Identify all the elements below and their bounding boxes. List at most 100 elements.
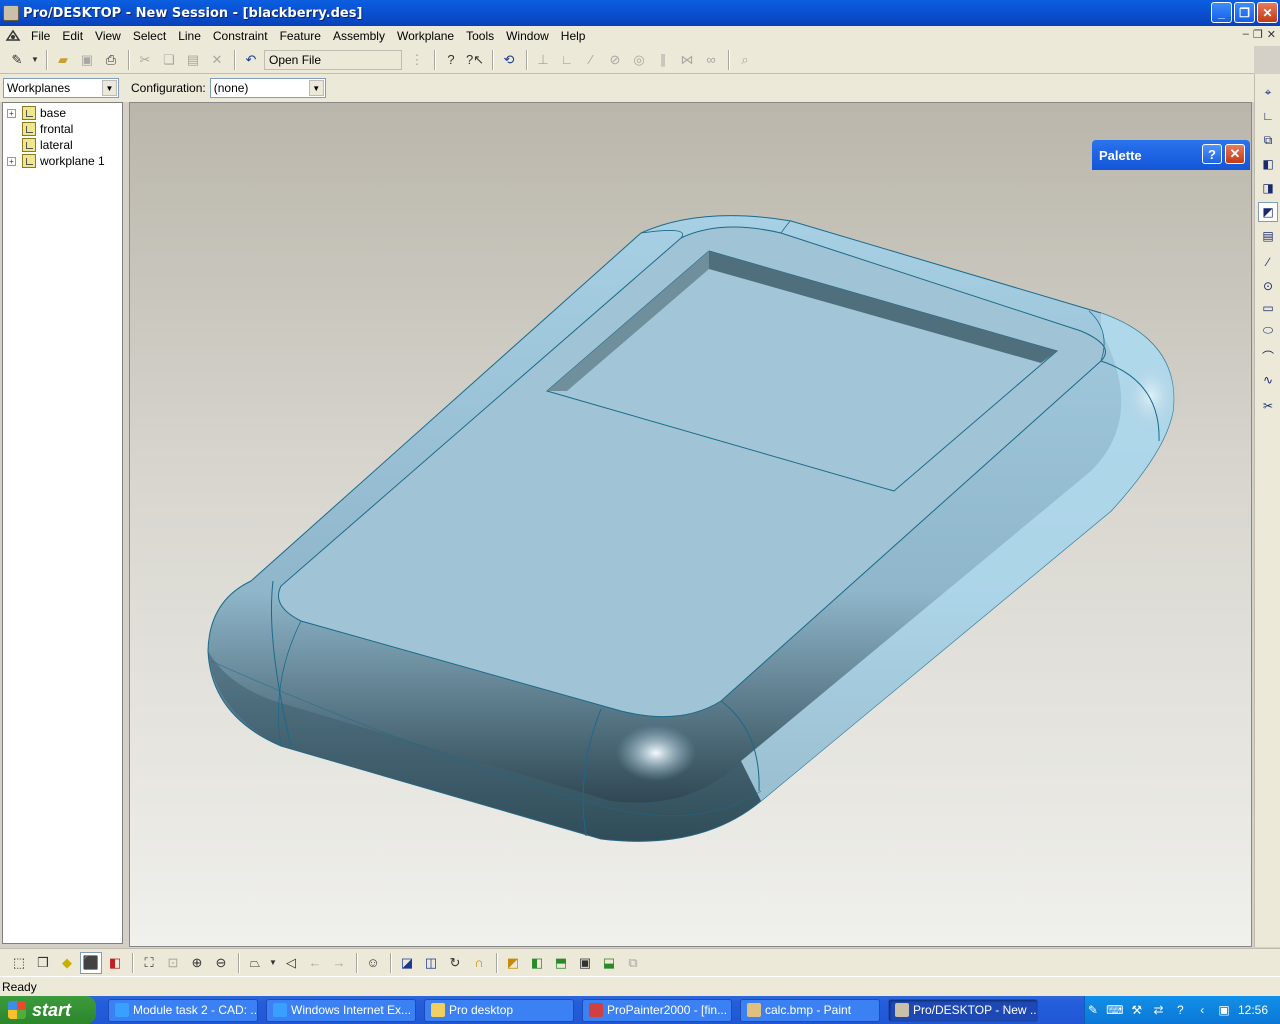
taskbar-item-paint[interactable]: calc.bmp - Paint xyxy=(740,998,880,1022)
offset-workplane-icon[interactable]: ⧉ xyxy=(1258,130,1278,150)
menu-edit[interactable]: Edit xyxy=(56,26,89,46)
select-tool-icon[interactable]: ✎ xyxy=(6,49,28,71)
constraint-line-icon[interactable]: ∕ xyxy=(580,49,602,71)
expand-icon[interactable]: + xyxy=(7,156,16,166)
feature-shell-icon[interactable]: ◧ xyxy=(526,952,548,974)
delete-icon[interactable]: ✕ xyxy=(206,49,228,71)
palette-close-button[interactable]: ✕ xyxy=(1225,144,1245,164)
menu-window[interactable]: Window xyxy=(500,26,555,46)
zoom-in-icon[interactable]: ⊕ xyxy=(186,952,208,974)
taskbar-item-pro-desktop-app[interactable]: Pro/DESKTOP - New ... xyxy=(888,998,1038,1022)
shaded-view-icon[interactable]: ◆ xyxy=(56,952,78,974)
dropdown-arrow-icon[interactable]: ▼ xyxy=(30,49,40,71)
menu-select[interactable]: Select xyxy=(127,26,172,46)
tray-network-icon[interactable]: ⇄ xyxy=(1151,1002,1167,1018)
tray-tools-icon[interactable]: ⚒ xyxy=(1129,1002,1145,1018)
start-button[interactable]: start xyxy=(0,996,96,1024)
save-icon[interactable]: ▣ xyxy=(76,49,98,71)
wireframe-view-icon[interactable]: ⬚ xyxy=(8,952,30,974)
tree-item-base[interactable]: + base xyxy=(7,105,66,121)
feature-chamfer-icon[interactable]: ◩ xyxy=(502,952,524,974)
select-workplane-icon[interactable]: ⌖ xyxy=(1258,82,1278,102)
smiley-icon[interactable]: ☺ xyxy=(362,952,384,974)
minimize-button[interactable]: _ xyxy=(1211,2,1232,23)
cut-icon[interactable]: ✂ xyxy=(134,49,156,71)
zoom-window-icon[interactable]: ⊡ xyxy=(162,952,184,974)
tree-item-lateral[interactable]: lateral xyxy=(7,137,73,153)
sketch-tool-icon[interactable]: ⟲ xyxy=(498,49,520,71)
hidden-line-view-icon[interactable]: ❒ xyxy=(32,952,54,974)
feature-draft-icon[interactable]: ▣ xyxy=(574,952,596,974)
print-icon[interactable]: ⎙ xyxy=(100,49,122,71)
constraint-parallel-icon[interactable]: ∥ xyxy=(652,49,674,71)
constraint-perpendicular-icon[interactable]: ⊥ xyxy=(532,49,554,71)
doc-restore-icon[interactable]: ❐ xyxy=(1253,28,1263,41)
configuration-select[interactable]: (none) ▼ xyxy=(209,78,326,98)
copy-icon[interactable]: ❏ xyxy=(158,49,180,71)
revolve-icon[interactable]: ◨ xyxy=(1258,178,1278,198)
circle-tool-icon[interactable]: ⊙ xyxy=(1258,276,1278,296)
tray-keyboard-icon[interactable]: ⌨ xyxy=(1106,1002,1123,1018)
chevron-down-icon[interactable]: ▼ xyxy=(102,80,117,96)
ellipse-tool-icon[interactable]: ⬭ xyxy=(1258,320,1278,340)
line-tool-icon[interactable]: ∕ xyxy=(1258,252,1278,272)
color-view-icon[interactable]: ◧ xyxy=(104,952,126,974)
help-icon[interactable]: ? xyxy=(440,49,462,71)
menu-assembly[interactable]: Assembly xyxy=(327,26,391,46)
taskbar-item-module-task[interactable]: Module task 2 - CAD: ... xyxy=(108,998,258,1022)
taskbar-item-internet-explorer[interactable]: Windows Internet Ex... xyxy=(266,998,416,1022)
open-folder-icon[interactable]: ▰ xyxy=(52,49,74,71)
chevron-down-icon[interactable]: ▼ xyxy=(308,80,324,96)
feature-fillet-icon[interactable]: ⬒ xyxy=(550,952,572,974)
undo-icon[interactable]: ↶ xyxy=(240,49,262,71)
feature-mirror-icon[interactable]: ⧉ xyxy=(622,952,644,974)
workplanes-select[interactable]: Workplanes ▼ xyxy=(3,78,119,98)
constraint-concentric-icon[interactable]: ◎ xyxy=(628,49,650,71)
next-view-icon[interactable]: → xyxy=(328,952,350,974)
spline-tool-icon[interactable]: ∿ xyxy=(1258,370,1278,390)
feature-extrude-icon[interactable]: ◪ xyxy=(396,952,418,974)
constraint-tangent-icon[interactable]: ⊘ xyxy=(604,49,626,71)
constraint-angle-icon[interactable]: ∟ xyxy=(556,49,578,71)
trim-tool-icon[interactable]: ✂ xyxy=(1258,396,1278,416)
doc-close-icon[interactable]: ✕ xyxy=(1267,28,1276,41)
close-button[interactable]: ✕ xyxy=(1257,2,1278,23)
zoom-inspect-icon[interactable]: ⌕ xyxy=(734,49,756,71)
feature-revolve-icon[interactable]: ◫ xyxy=(420,952,442,974)
menu-workplane[interactable]: Workplane xyxy=(391,26,460,46)
view-orient-icon[interactable]: ⏢ xyxy=(244,952,266,974)
rectangle-tool-icon[interactable]: ▭ xyxy=(1258,298,1278,318)
loft-icon[interactable]: ▤ xyxy=(1258,226,1278,246)
tray-expand-icon[interactable]: ‹ xyxy=(1194,1002,1210,1018)
feature-pattern-icon[interactable]: ⬓ xyxy=(598,952,620,974)
menu-line[interactable]: Line xyxy=(172,26,207,46)
menu-help[interactable]: Help xyxy=(555,26,592,46)
feature-pipe-icon[interactable]: ∩ xyxy=(468,952,490,974)
menu-file[interactable]: File xyxy=(25,26,56,46)
expand-icon[interactable]: + xyxy=(7,108,16,118)
menu-constraint[interactable]: Constraint xyxy=(207,26,274,46)
zoom-fit-icon[interactable]: ⛶ xyxy=(138,952,160,974)
paste-icon[interactable]: ▤ xyxy=(182,49,204,71)
sweep-icon[interactable]: ◩ xyxy=(1258,202,1278,222)
doc-minimize-icon[interactable]: – xyxy=(1243,28,1249,41)
menu-tools[interactable]: Tools xyxy=(460,26,500,46)
tree-item-workplane-1[interactable]: + workplane 1 xyxy=(7,153,105,169)
taskbar-item-propainter[interactable]: ProPainter2000 - [fin... xyxy=(582,998,732,1022)
tray-help-icon[interactable]: ? xyxy=(1172,1002,1188,1018)
menu-view[interactable]: View xyxy=(89,26,127,46)
arc-tool-icon[interactable]: ⌒ xyxy=(1258,346,1278,366)
design-viewport[interactable] xyxy=(129,102,1252,947)
palette-help-button[interactable]: ? xyxy=(1202,144,1222,164)
zoom-out-icon[interactable]: ⊖ xyxy=(210,952,232,974)
taskbar-item-pro-desktop-folder[interactable]: Pro desktop xyxy=(424,998,574,1022)
view-normal-icon[interactable]: ◁ xyxy=(280,952,302,974)
constraint-symmetric-icon[interactable]: ⋈ xyxy=(676,49,698,71)
extrude-icon[interactable]: ◧ xyxy=(1258,154,1278,174)
dropdown-arrow-icon[interactable]: ▼ xyxy=(268,952,278,974)
tree-item-frontal[interactable]: frontal xyxy=(7,121,73,137)
previous-view-icon[interactable]: ← xyxy=(304,952,326,974)
feature-sweep-icon[interactable]: ↻ xyxy=(444,952,466,974)
maximize-button[interactable]: ❐ xyxy=(1234,2,1255,23)
tray-monitor-icon[interactable]: ▣ xyxy=(1216,1002,1232,1018)
